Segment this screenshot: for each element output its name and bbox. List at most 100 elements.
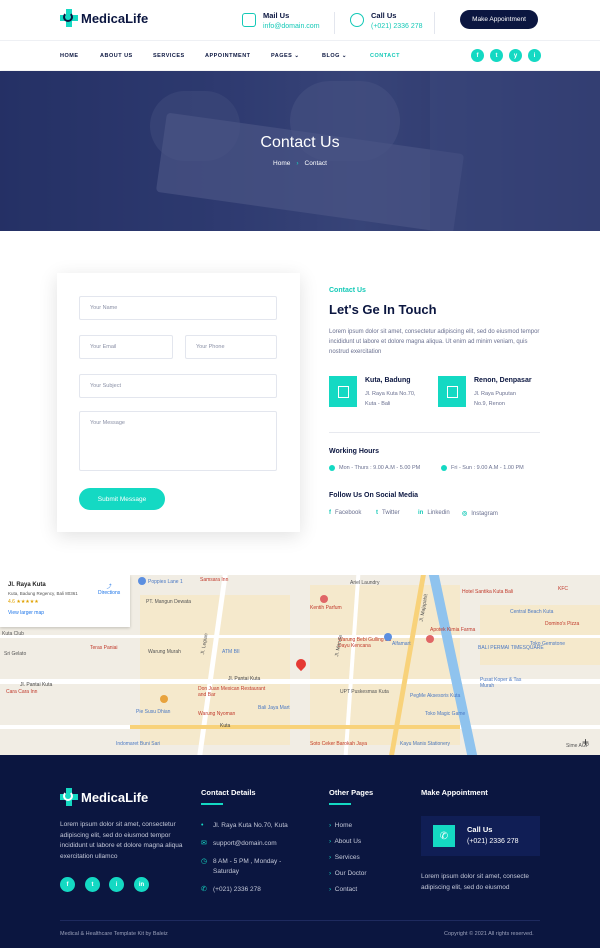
instagram-icon[interactable]: i — [109, 877, 124, 892]
medical-cross-icon — [60, 788, 78, 806]
breadcrumb-current: Contact — [304, 160, 327, 167]
social-link-twitter[interactable]: t Twitter — [376, 510, 400, 516]
youtube-icon[interactable]: y — [509, 49, 522, 62]
page-hero: Contact Us Home › Contact — [0, 71, 600, 231]
nav-contact[interactable]: CONTACT — [370, 53, 400, 59]
breadcrumb-home[interactable]: Home — [273, 160, 290, 167]
name-field[interactable]: Your Name — [79, 296, 277, 320]
location-title: Kuta, Badung — [365, 377, 411, 384]
social-title: Follow Us On Social Media — [329, 492, 419, 499]
twitter-icon[interactable]: t — [85, 877, 100, 892]
facebook-icon[interactable]: f — [471, 49, 484, 62]
location-address: Jl. Raya Puputan — [474, 391, 516, 397]
map-poi-icon — [320, 595, 328, 603]
footer-link-label: Home — [334, 822, 353, 829]
social-label: Instagram — [471, 510, 498, 517]
main-nav: HOME ABOUT US SERVICES APPOINTMENT PAGES… — [0, 40, 600, 70]
phone-icon: ✆ — [433, 825, 455, 847]
zoom-in-icon[interactable]: + — [582, 735, 589, 749]
clock-icon — [441, 465, 447, 471]
footer-link-about[interactable]: › About Us — [329, 838, 361, 845]
map-rating: 4.6 ★★★★★ — [8, 599, 122, 605]
make-appointment-button[interactable]: Make Appointment — [460, 10, 538, 29]
heading-underline — [201, 803, 223, 805]
phone-field[interactable]: Your Phone — [185, 335, 277, 359]
social-link-instagram[interactable]: ◎ Instagram — [462, 510, 498, 518]
phone-icon — [350, 13, 364, 27]
map-poi-icon — [384, 633, 392, 641]
map-label: Kuta — [220, 723, 231, 729]
twitter-icon: t — [376, 510, 378, 516]
nav-blog[interactable]: BLOG ⌄ — [322, 53, 347, 59]
brand-name: MedicaLife — [81, 10, 149, 26]
call-box[interactable]: ✆ Call Us (+021) 2336 278 — [421, 816, 540, 856]
submit-message-button[interactable]: Submit Message — [79, 488, 165, 510]
divider — [434, 12, 435, 34]
map-label: Pie Susu Dhian — [136, 709, 171, 715]
section-heading: Let's Ge In Touch — [329, 302, 437, 317]
footer-phone[interactable]: (+021) 2336 278 — [213, 886, 261, 893]
mail-title: Mail Us — [263, 11, 290, 20]
social-label: Linkedin — [427, 510, 450, 516]
nav-appointment[interactable]: APPOINTMENT — [205, 53, 251, 59]
instagram-icon: ◎ — [462, 511, 468, 517]
working-hours-title: Working Hours — [329, 448, 380, 455]
map-label: Soto Ceker Barokah Jaya — [310, 741, 367, 747]
map-marker-icon[interactable] — [293, 656, 309, 672]
directions-label: Directions — [98, 590, 121, 596]
footer-contact-title: Contact Details — [201, 788, 256, 797]
map-label: ATM BII — [222, 649, 240, 655]
mail-contact[interactable]: Mail Us info@domain.com — [242, 11, 320, 30]
facebook-icon: f — [329, 510, 331, 516]
phone-contact[interactable]: Call Us (+021) 2336 278 — [350, 11, 423, 30]
footer-pages-title: Other Pages — [329, 788, 374, 797]
map-label: Pusat Koper & Tas Murah — [480, 677, 522, 689]
phone-value[interactable]: (+021) 2336 278 — [371, 23, 423, 30]
footer-link-home[interactable]: › Home — [329, 822, 352, 829]
hours-row: Mon - Thurs : 9.00 A.M - 5.00 PM — [329, 465, 420, 471]
footer-logo[interactable]: MedicaLife — [60, 788, 148, 806]
footer-link-contact[interactable]: › Contact — [329, 886, 357, 893]
footer-link-services[interactable]: › Services — [329, 854, 360, 861]
nav-services[interactable]: SERVICES — [153, 53, 185, 59]
nav-home[interactable]: HOME — [60, 53, 79, 59]
chevron-right-icon: › — [296, 160, 299, 167]
footer-copyright: Copyright © 2021 All rights reserved. — [444, 931, 534, 937]
directions-icon: ⤴ — [106, 584, 112, 590]
footer-link-doctor[interactable]: › Our Doctor — [329, 870, 367, 877]
directions-button[interactable]: ⤴ Directions — [98, 583, 120, 596]
hours-text: Mon - Thurs : 9.00 A.M - 5.00 PM — [339, 465, 421, 471]
social-link-facebook[interactable]: f Facebook — [329, 510, 361, 516]
facebook-icon[interactable]: f — [60, 877, 75, 892]
footer-email[interactable]: support@domain.com — [213, 840, 277, 847]
logo[interactable]: MedicaLife — [60, 9, 148, 27]
footer-hours: Saturday — [213, 868, 240, 875]
map-label: PT. Mangun Dewata — [146, 599, 192, 605]
embedded-map[interactable]: Poppies Lane 1 Samsara Inn Ariel Laundry… — [0, 575, 600, 755]
twitter-icon[interactable]: t — [490, 49, 503, 62]
mail-value[interactable]: info@domain.com — [263, 23, 320, 30]
social-label: Twitter — [382, 510, 400, 516]
nav-pages[interactable]: PAGES ⌄ — [271, 53, 300, 59]
footer-hours: 8 AM - 5 PM , Monday - — [213, 858, 282, 865]
clock-icon — [329, 465, 335, 471]
subject-field[interactable]: Your Subject — [79, 374, 277, 398]
map-label: Domino's Pizza — [545, 621, 580, 627]
top-header: MedicaLife Mail Us info@domain.com Call … — [0, 0, 600, 40]
instagram-icon[interactable]: i — [528, 49, 541, 62]
message-field[interactable]: Your Message — [79, 411, 277, 471]
chevron-right-icon: › — [329, 838, 332, 845]
page-title: Contact Us — [260, 134, 340, 151]
nav-about-us[interactable]: ABOUT US — [100, 53, 133, 59]
map-label: Jl. Pantai Kuta — [228, 676, 261, 682]
email-field[interactable]: Your Email — [79, 335, 173, 359]
map-label: Sri Gelato — [4, 651, 27, 657]
view-larger-map-link[interactable]: View larger map — [8, 610, 122, 616]
map-label: Samsara Inn — [200, 577, 229, 583]
social-link-linkedin[interactable]: in Linkedin — [418, 510, 450, 516]
linkedin-icon[interactable]: in — [134, 877, 149, 892]
clock-icon: ◷ — [201, 858, 208, 865]
map-label: Ariel Laundry — [350, 580, 380, 586]
chevron-down-icon: ⌄ — [341, 53, 348, 59]
footer-address: Jl. Raya Kuta No.70, Kuta — [213, 822, 288, 829]
